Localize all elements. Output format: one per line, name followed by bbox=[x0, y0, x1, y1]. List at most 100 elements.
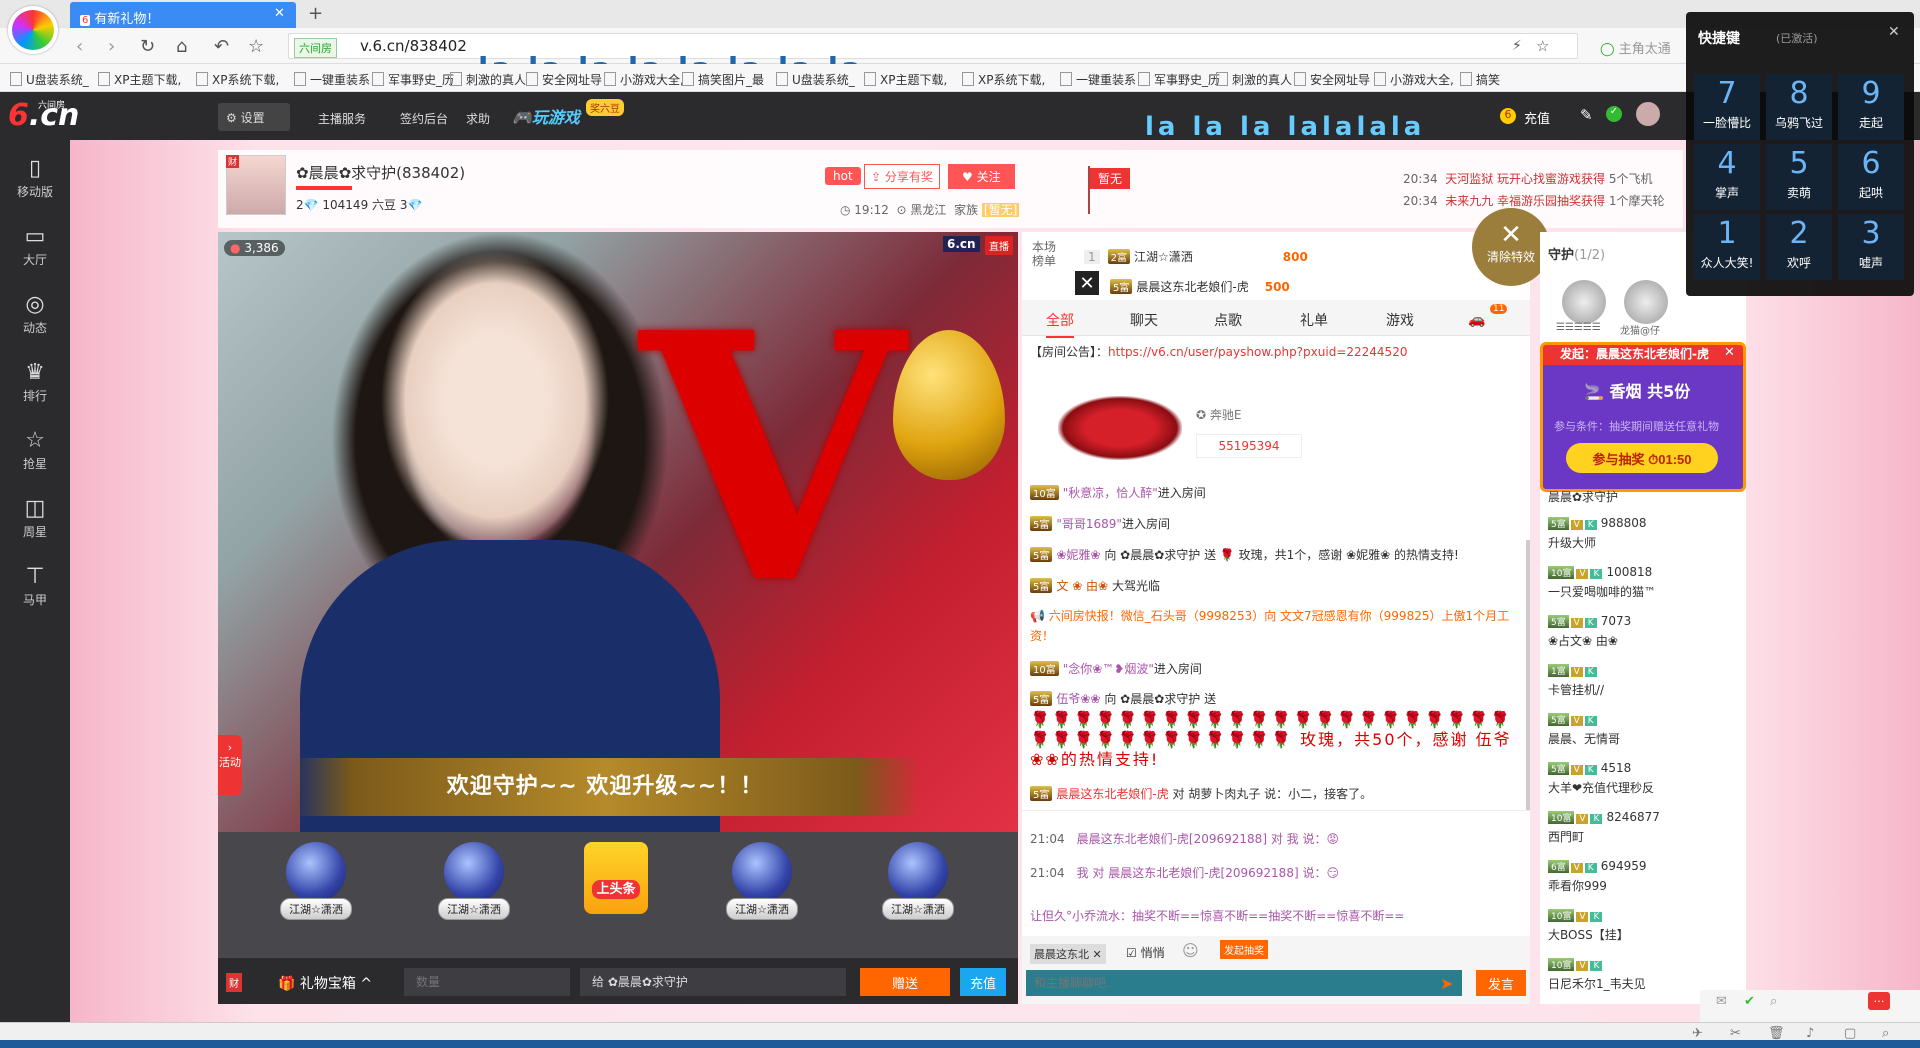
chat-scrollbar[interactable] bbox=[1526, 540, 1530, 810]
forward-icon[interactable]: › bbox=[108, 36, 115, 57]
fan-row[interactable]: 5富 V K 7073 bbox=[1548, 614, 1631, 628]
url-text[interactable]: v.6.cn/838402 bbox=[360, 37, 467, 55]
bookmark-item[interactable]: XP主题下载, bbox=[98, 71, 181, 88]
search-icon[interactable]: ⌕ bbox=[1770, 994, 1777, 1009]
bookmark-item[interactable]: 搞笑图片_最 bbox=[682, 71, 764, 88]
shortcut-key-7[interactable]: 7 一脸懵比 bbox=[1694, 74, 1760, 140]
new-tab-icon[interactable]: + bbox=[308, 3, 323, 24]
guard-seat-2[interactable]: 江湖☆潇洒 bbox=[426, 842, 522, 920]
clear-effects-button[interactable]: ✕ 清除特效 bbox=[1472, 208, 1550, 286]
sidebar-item-3[interactable]: ♛ 排行 bbox=[0, 360, 70, 404]
back-icon[interactable]: ‹ bbox=[76, 36, 83, 57]
tab-chat[interactable]: 聊天 bbox=[1130, 310, 1158, 330]
browser-tab-active[interactable]: 6 有新礼物！ bbox=[70, 2, 296, 28]
edit-icon[interactable]: ✎ bbox=[1580, 106, 1593, 124]
sidebar-item-2[interactable]: ◎ 动态 bbox=[0, 292, 70, 336]
settings-button[interactable]: ⚙ 设置 bbox=[218, 103, 290, 131]
bookmark-star-icon[interactable]: ☆ bbox=[1536, 37, 1549, 55]
system-notice[interactable]: 20:34 天河监狱 玩开心找蜜游戏获得 5个飞机 bbox=[1403, 170, 1653, 187]
browser-logo-icon[interactable] bbox=[8, 6, 58, 54]
sidebar-item-1[interactable]: ▭ 大厅 bbox=[0, 224, 70, 268]
anchor-service-link[interactable]: 主播服务 bbox=[318, 110, 366, 127]
gift-box-button[interactable]: 🎁 礼物宝箱 ^ bbox=[278, 973, 372, 993]
gift-recipient-select[interactable]: 给 ✿晨晨✿求守护 bbox=[580, 968, 846, 996]
message-icon[interactable]: … bbox=[1868, 992, 1890, 1010]
cut-icon[interactable]: ✂ bbox=[1730, 1026, 1741, 1041]
tab-gifts[interactable]: 礼单 bbox=[1300, 310, 1328, 330]
gift-quantity-input[interactable] bbox=[404, 968, 570, 996]
zoom-icon[interactable]: ⌕ bbox=[1882, 1026, 1889, 1041]
car-icon[interactable]: 🚗 bbox=[1468, 312, 1485, 328]
trash-icon[interactable]: 🗑 bbox=[1768, 1026, 1785, 1041]
shortcut-key-3[interactable]: 3 嘘声 bbox=[1838, 214, 1904, 280]
plane-status-icon[interactable]: ✈ bbox=[1692, 1026, 1703, 1041]
guard-seat-1[interactable]: 江湖☆潇洒 bbox=[268, 842, 364, 920]
sidebar-item-4[interactable]: ☆ 抢星 bbox=[0, 428, 70, 472]
help-link[interactable]: 求助 bbox=[466, 110, 490, 127]
chat-target-select[interactable]: 晨晨这东北 ✕ bbox=[1030, 944, 1106, 964]
fan-row[interactable]: 1富 V K bbox=[1548, 663, 1601, 677]
fan-row[interactable]: 10富 V K 100818 bbox=[1548, 565, 1652, 579]
system-notice[interactable]: 20:34 未来九九 幸福游乐园抽奖获得 1个摩天轮 bbox=[1403, 192, 1665, 209]
bookmark-item[interactable]: U盘装系统_ bbox=[10, 71, 89, 88]
tab-games[interactable]: 游戏 bbox=[1386, 310, 1414, 330]
search-box[interactable]: ◯ 主角太通 bbox=[1600, 38, 1671, 57]
bookmark-item[interactable]: 一键重装系 bbox=[294, 71, 370, 88]
sidebar-item-5[interactable]: ◫ 周星 bbox=[0, 496, 70, 540]
shortcut-key-9[interactable]: 9 走起 bbox=[1838, 74, 1904, 140]
fan-row[interactable]: 5富 V K 988808 bbox=[1548, 516, 1647, 530]
shortcut-key-2[interactable]: 2 欢呼 bbox=[1766, 214, 1832, 280]
guard-seat-4[interactable]: 江湖☆潇洒 bbox=[870, 842, 966, 920]
bookmark-item[interactable]: 搞笑 bbox=[1460, 71, 1500, 88]
shortcut-key-1[interactable]: 1 众人大笑! bbox=[1694, 214, 1760, 280]
announcement-link[interactable]: https://v6.cn/user/payshow.php?pxuid=222… bbox=[1108, 345, 1407, 359]
sidebar-item-6[interactable]: ⊤ 马甲 bbox=[0, 564, 70, 608]
user-avatar[interactable] bbox=[1636, 102, 1660, 126]
fan-row[interactable]: 6富 V K 694959 bbox=[1548, 859, 1647, 873]
sidebar-item-0[interactable]: ▯ 移动版 bbox=[0, 156, 70, 200]
follow-button[interactable]: ♥ 关注 bbox=[948, 164, 1015, 189]
fan-row[interactable]: 10富 V K 8246877 bbox=[1548, 810, 1660, 824]
star-bookmark-icon[interactable]: ☆ bbox=[248, 36, 264, 57]
bookmark-item[interactable]: XP系统下载, bbox=[962, 71, 1045, 88]
play-game-link[interactable]: 🎮玩游戏 bbox=[512, 104, 580, 128]
shortcut-key-8[interactable]: 8 乌鸦飞过 bbox=[1766, 74, 1832, 140]
rank-row-2[interactable]: 5富 晨晨这东北老娘们-虎 500 bbox=[1110, 278, 1290, 295]
guard-seat-3[interactable]: 江湖☆潇洒 bbox=[714, 842, 810, 920]
join-lottery-button[interactable]: 参与抽奖 ⏱01:50 bbox=[1566, 443, 1718, 473]
mail-icon[interactable]: ✉ bbox=[1716, 994, 1727, 1009]
fan-row[interactable]: 10富 V K bbox=[1548, 908, 1606, 922]
bookmark-item[interactable]: 刺激的真人 bbox=[1216, 71, 1292, 88]
activity-tab[interactable]: › 活动 bbox=[218, 735, 242, 795]
tab-close-icon[interactable]: ✕ bbox=[274, 6, 285, 21]
topup-button[interactable]: 充值 bbox=[960, 968, 1006, 996]
chat-send-button[interactable]: 发言 bbox=[1476, 970, 1526, 996]
guard-avatar[interactable] bbox=[1624, 280, 1668, 324]
fan-row[interactable]: 10富 V K bbox=[1548, 957, 1606, 971]
sign-backend-link[interactable]: 签约后台 bbox=[400, 110, 448, 127]
bookmark-item[interactable]: 军事野史_历 bbox=[1138, 71, 1220, 88]
shortcut-key-5[interactable]: 5 卖萌 bbox=[1766, 144, 1832, 210]
flyscreen-button[interactable]: 发起抽奖 bbox=[1220, 940, 1268, 959]
lightning-icon[interactable]: ⚡ bbox=[1512, 38, 1522, 54]
bookmark-item[interactable]: 安全网址导 bbox=[1294, 71, 1370, 88]
volume-icon[interactable]: ♪ bbox=[1806, 1026, 1814, 1041]
close-rank-icon[interactable]: ✕ bbox=[1074, 270, 1100, 296]
share-button[interactable]: ⇪ 分享有奖 bbox=[864, 164, 940, 189]
window-icon[interactable]: ▢ bbox=[1844, 1026, 1856, 1041]
tab-all[interactable]: 全部 bbox=[1046, 310, 1074, 338]
reload-icon[interactable]: ↻ bbox=[140, 36, 155, 57]
bookmark-item[interactable]: U盘装系统_ bbox=[776, 71, 855, 88]
bookmark-item[interactable]: XP系统下载, bbox=[196, 71, 279, 88]
whisper-checkbox[interactable]: ☑ 悄悄 bbox=[1126, 944, 1165, 961]
bookmark-item[interactable]: 军事野史_历 bbox=[372, 71, 454, 88]
tab-songs[interactable]: 点歌 bbox=[1214, 310, 1242, 330]
undo-icon[interactable]: ↶ bbox=[214, 36, 229, 57]
lottery-close-icon[interactable]: ✕ bbox=[1724, 345, 1735, 360]
bookmark-item[interactable]: 小游戏大全, bbox=[1374, 71, 1454, 88]
car-owner-id[interactable]: 55195394 bbox=[1196, 434, 1302, 458]
send-gift-button[interactable]: 赠送 bbox=[860, 968, 950, 996]
shortcut-key-6[interactable]: 6 起哄 bbox=[1838, 144, 1904, 210]
rank-row-1[interactable]: 1 2富 江湖☆潇洒 800 bbox=[1084, 248, 1308, 265]
bookmark-item[interactable]: 小游戏大全, bbox=[604, 71, 684, 88]
